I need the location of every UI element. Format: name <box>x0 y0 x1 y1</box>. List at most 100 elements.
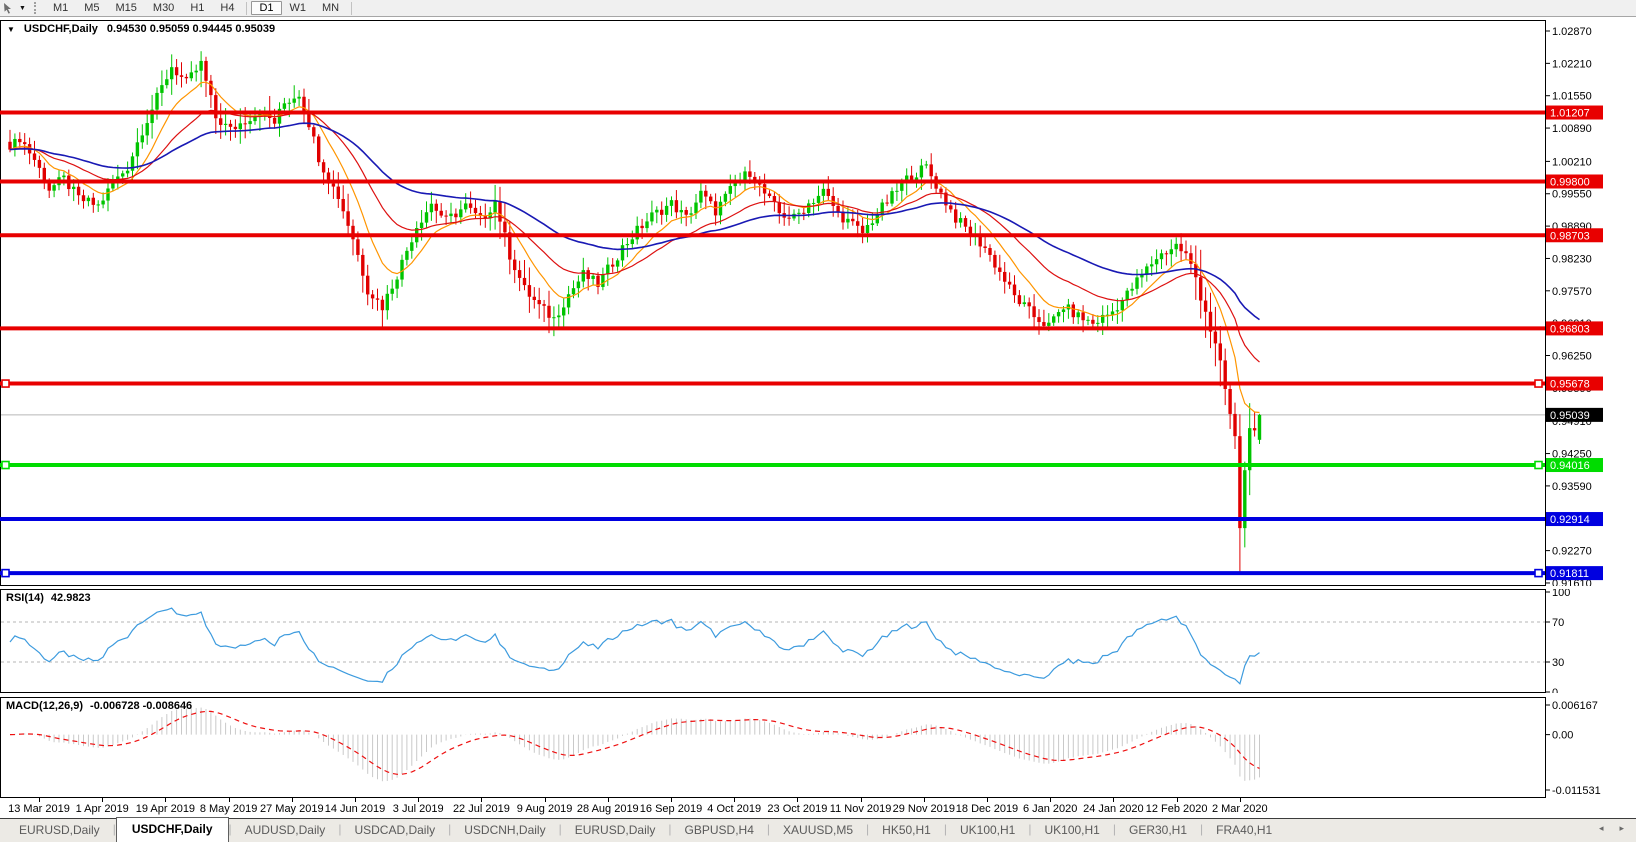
timeframe-button-D1[interactable]: D1 <box>251 1 281 15</box>
price-axis-tick: 0.96250 <box>1552 351 1592 363</box>
hline-handle-left[interactable] <box>2 462 9 469</box>
toolbar-grip-handle[interactable] <box>34 2 39 14</box>
timeframe-button-H1[interactable]: H1 <box>182 1 212 15</box>
chart-tab-eurusd-daily[interactable]: EURUSD,Daily <box>562 820 669 842</box>
hline-handle-right[interactable] <box>1535 380 1542 387</box>
chart-symbol-label: USDCHF,Daily <box>24 23 98 35</box>
timeframe-button-M1[interactable]: M1 <box>45 1 76 15</box>
price-axis-tick: 1.01550 <box>1552 91 1592 103</box>
time-axis-tick <box>987 798 988 802</box>
timeframe-button-M5[interactable]: M5 <box>76 1 107 15</box>
tab-scroll-right-icon[interactable]: ▸ <box>1619 823 1624 834</box>
price-axis-tick: 1.00890 <box>1552 123 1592 135</box>
tab-scroll-left-icon[interactable]: ◂ <box>1599 823 1604 834</box>
chart-tab-usdcad-daily[interactable]: USDCAD,Daily <box>341 820 448 842</box>
timeframe-button-W1[interactable]: W1 <box>282 1 315 15</box>
svg-text:0.95678: 0.95678 <box>1550 379 1590 391</box>
time-axis-tick <box>1050 798 1051 802</box>
time-axis-tick <box>39 798 40 802</box>
price-axis-tick: 1.00210 <box>1552 156 1592 168</box>
time-axis-tick <box>608 798 609 802</box>
svg-text:1.01207: 1.01207 <box>1550 108 1590 120</box>
time-axis-label: 2 Mar 2020 <box>1192 803 1288 815</box>
time-axis[interactable]: 13 Mar 20191 Apr 201919 Apr 20198 May 20… <box>0 798 1546 818</box>
chart-tab-xauusd-m5[interactable]: XAUUSD,M5 <box>770 820 866 842</box>
chart-tab-gbpusd-h4[interactable]: GBPUSD,H4 <box>672 820 767 842</box>
time-axis-tick <box>1177 798 1178 802</box>
rsi-axis-tick: 0 <box>1552 687 1558 693</box>
timeframe-button-M15[interactable]: M15 <box>108 1 145 15</box>
rsi-indicator-label: RSI(14) 42.9823 <box>6 592 91 604</box>
chart-tab-usdcnh-daily[interactable]: USDCNH,Daily <box>451 820 558 842</box>
chart-tab-eurusd-daily[interactable]: EURUSD,Daily <box>6 820 113 842</box>
svg-text:0.91811: 0.91811 <box>1550 568 1589 580</box>
macd-indicator-label: MACD(12,26,9) -0.006728 -0.008646 <box>6 700 192 712</box>
time-axis-tick <box>229 798 230 802</box>
rsi-axis-tick: 70 <box>1552 617 1564 629</box>
timeframe-button-MN[interactable]: MN <box>314 1 347 15</box>
hline-handle-right[interactable] <box>1535 462 1542 469</box>
cursor-tool-dropdown-icon[interactable]: ▼ <box>19 5 26 12</box>
toolbar-separator <box>246 2 247 15</box>
chart-tab-uk100-h1[interactable]: UK100,H1 <box>947 820 1028 842</box>
price-axis-tick: 0.97570 <box>1552 286 1592 298</box>
rsi-name: RSI(14) <box>6 592 44 604</box>
macd-panel[interactable]: 0.006167 0.00 -0.011531 <box>0 697 1636 798</box>
main-plot-border <box>1 21 1546 586</box>
time-axis-tick <box>1113 798 1114 802</box>
rsi-axis-tick: 100 <box>1552 589 1570 599</box>
hline-handle-left[interactable] <box>2 380 9 387</box>
macd-name: MACD(12,26,9) <box>6 700 83 712</box>
macd-plot-border <box>1 698 1546 798</box>
chart-ohlc-values: 0.94530 0.95059 0.94445 0.95039 <box>107 23 275 35</box>
chart-tab-audusd-daily[interactable]: AUDUSD,Daily <box>232 820 339 842</box>
chart-title-dropdown-icon[interactable]: ▼ <box>7 25 15 34</box>
time-axis-tick <box>165 798 166 802</box>
chart-tab-usdchf-daily[interactable]: USDCHF,Daily <box>116 817 229 842</box>
chart-tab-uk100-h1[interactable]: UK100,H1 <box>1031 820 1112 842</box>
chart-title: ▼ USDCHF,Daily 0.94530 0.95059 0.94445 0… <box>7 23 275 35</box>
main-chart-panel[interactable]: 1.02870 1.02210 1.01550 1.00890 1.00210 0.995… <box>0 20 1636 586</box>
price-axis-tick: 0.99550 <box>1552 189 1592 201</box>
timeframe-toolbar: ▼ M1M5M15M30H1H4 D1W1MN <box>0 0 1636 17</box>
rsi-panel[interactable]: 100 70 30 0 <box>0 589 1636 693</box>
macd-axis-tick: -0.011531 <box>1552 785 1601 797</box>
svg-text:0.99800: 0.99800 <box>1550 176 1590 188</box>
time-axis-tick <box>924 798 925 802</box>
rsi-axis-tick: 30 <box>1552 657 1564 669</box>
timeframe-button-M30[interactable]: M30 <box>145 1 182 15</box>
price-axis-tick: 1.02870 <box>1552 26 1592 38</box>
macd-current-values: -0.006728 -0.008646 <box>90 700 192 712</box>
time-axis-tick <box>861 798 862 802</box>
price-axis-tick: 0.93590 <box>1552 481 1592 493</box>
toolbar-separator <box>351 2 352 15</box>
time-axis-tick <box>545 798 546 802</box>
time-axis-tick <box>418 798 419 802</box>
macd-axis-tick: 0.006167 <box>1552 700 1598 712</box>
svg-text:0.96803: 0.96803 <box>1550 323 1590 335</box>
time-axis-tick <box>102 798 103 802</box>
svg-text:0.95039: 0.95039 <box>1550 410 1590 422</box>
chart-tab-ger30-h1[interactable]: GER30,H1 <box>1116 820 1200 842</box>
hline-handle-left[interactable] <box>2 570 9 577</box>
time-axis-tick <box>671 798 672 802</box>
timeframe-button-H4[interactable]: H4 <box>212 1 242 15</box>
cursor-tool-icon[interactable] <box>2 2 15 14</box>
chart-tab-bar: EURUSD,Daily|USDCHF,Daily|AUDUSD,Daily|U… <box>0 818 1636 842</box>
price-axis-tick: 1.02210 <box>1552 58 1592 70</box>
price-axis-tick: 0.98230 <box>1552 253 1592 265</box>
rsi-current-value: 42.9823 <box>51 592 91 604</box>
chart-tab-hk50-h1[interactable]: HK50,H1 <box>869 820 944 842</box>
time-axis-tick <box>481 798 482 802</box>
macd-axis-tick: 0.00 <box>1552 730 1573 742</box>
chart-tab-fra40-h1[interactable]: FRA40,H1 <box>1203 820 1285 842</box>
time-axis-tick <box>355 798 356 802</box>
hline-handle-right[interactable] <box>1535 570 1542 577</box>
svg-text:0.94016: 0.94016 <box>1550 460 1590 472</box>
time-axis-tick <box>734 798 735 802</box>
svg-text:0.98703: 0.98703 <box>1550 230 1590 242</box>
time-axis-tick <box>1240 798 1241 802</box>
svg-text:0.92914: 0.92914 <box>1550 514 1590 526</box>
time-axis-tick <box>797 798 798 802</box>
time-axis-tick <box>292 798 293 802</box>
